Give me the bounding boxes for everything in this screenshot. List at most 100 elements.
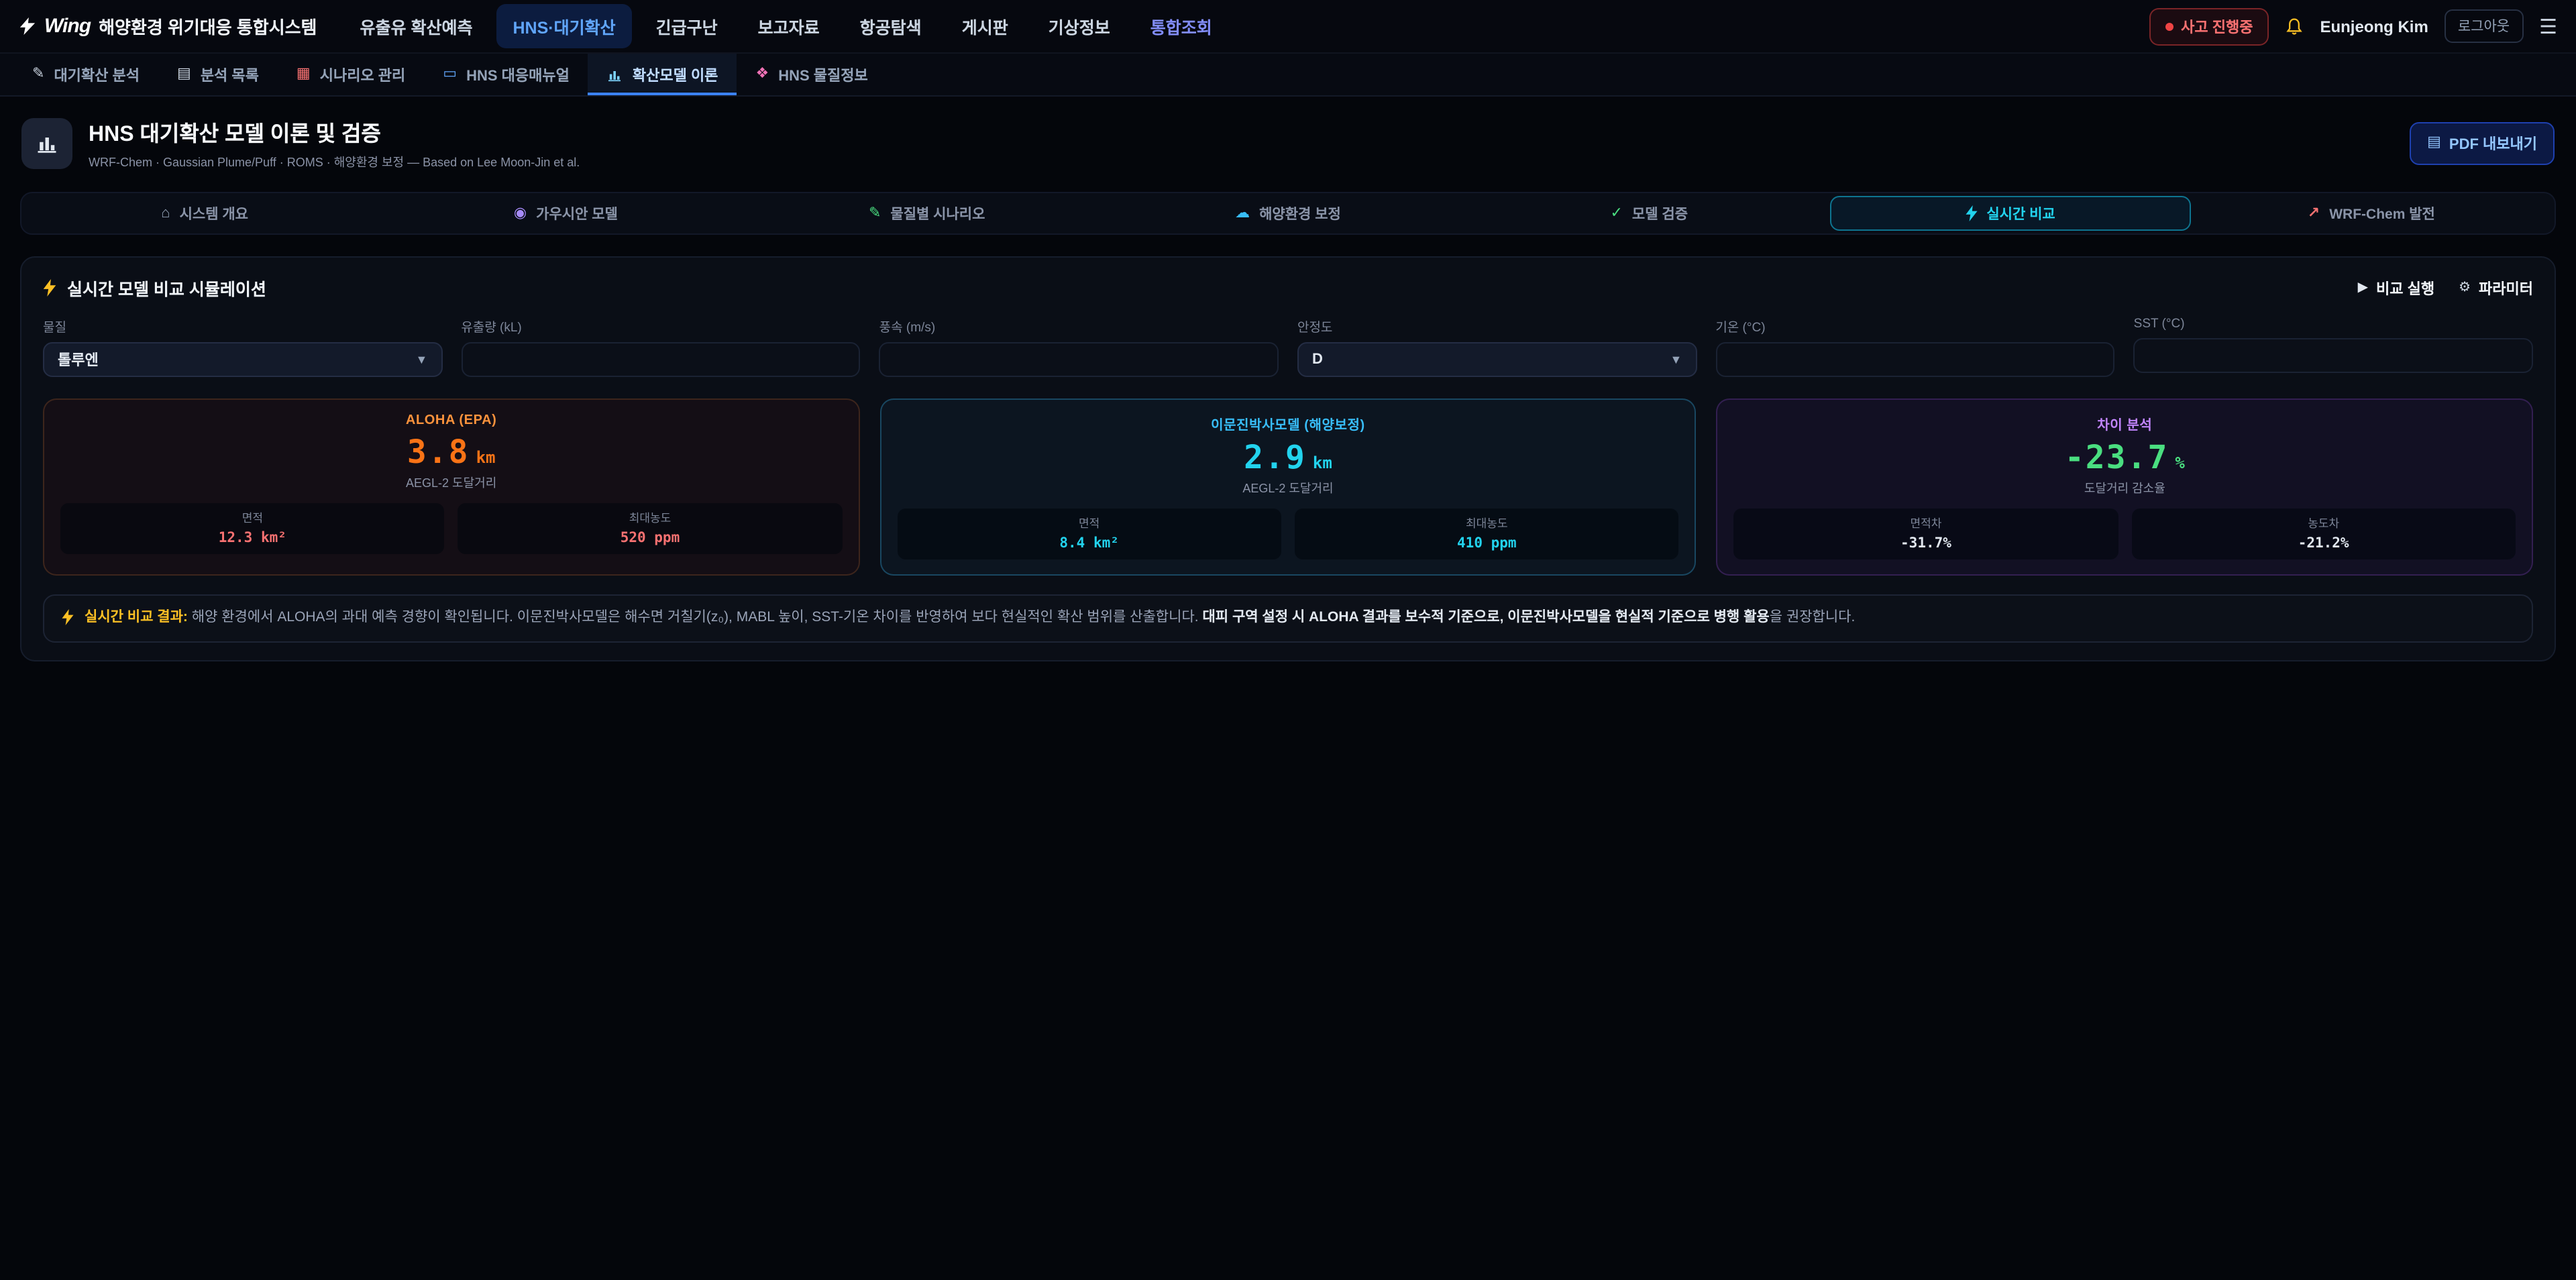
nav-item-hns-atmospheric[interactable]: HNS·대기확산 [496, 4, 631, 48]
rocket-icon: ↗ [2308, 206, 2320, 221]
stat-value: -31.7% [1745, 535, 2108, 551]
run-comparison-button[interactable]: ▶ 비교 실행 [2358, 277, 2435, 299]
stat-label: 농도차 [2142, 515, 2505, 531]
status-dot-icon [2165, 22, 2173, 30]
nav-item-oil-dispersion[interactable]: 유출유 확산예측 [344, 4, 489, 48]
tab-analysis-list[interactable]: ▤ 분석 목록 [158, 54, 278, 95]
field-label: SST (°C) [2134, 317, 2533, 331]
pdf-export-button[interactable]: ▤ PDF 내보내기 [2410, 121, 2555, 164]
section-tab-gaussian[interactable]: ◉ 가우시안 모델 [385, 196, 746, 231]
lightning-icon [43, 279, 56, 297]
page-chart-icon [21, 117, 72, 168]
bell-icon[interactable] [2285, 17, 2304, 36]
stat-label: 면적 [71, 510, 434, 526]
card-value: 2.9 [1244, 441, 1306, 474]
spill-volume-input[interactable] [461, 342, 860, 377]
brand: Wing 해양환경 위기대응 통합시스템 [19, 13, 317, 39]
wind-speed-input[interactable] [879, 342, 1279, 377]
panel-actions: ▶ 비교 실행 ⚙ 파라미터 [2358, 277, 2533, 299]
chevron-down-icon: ▼ [1670, 353, 1682, 366]
section-tab-overview[interactable]: ⌂ 시스템 개요 [24, 196, 385, 231]
tab-label: 확산모델 이론 [633, 64, 718, 85]
incident-status-badge[interactable]: 사고 진행중 [2149, 7, 2269, 45]
nav-item-reports[interactable]: 보고자료 [742, 4, 836, 48]
nav-item-integrated-search[interactable]: 통합조회 [1134, 4, 1228, 48]
card-value-line: 2.9 km [897, 441, 1678, 474]
tab-hns-manual[interactable]: ▭ HNS 대응매뉴얼 [424, 54, 588, 95]
note-prefix: 실시간 비교 결과: [85, 609, 188, 625]
nav-item-emergency-rescue[interactable]: 긴급구난 [640, 4, 734, 48]
stat-area-diff: 면적차 -31.7% [1734, 509, 2118, 559]
card-title: 차이 분석 [1734, 413, 2516, 433]
bar-chart-icon [607, 66, 623, 83]
manual-icon: ▭ [443, 67, 457, 82]
check-icon: ✓ [1610, 206, 1622, 221]
clipboard-icon: ▦ [297, 67, 311, 82]
section-tab-ocean-correction[interactable]: ☁ 해양환경 보정 [1108, 196, 1468, 231]
stat-label: 면적차 [1745, 515, 2108, 531]
panel-title: 실시간 모델 비교 시뮬레이션 [43, 275, 266, 301]
section-tab-label: 모델 검증 [1632, 203, 1688, 223]
stat-area: 면적 8.4 km² [897, 509, 1281, 559]
card-stats: 면적차 -31.7% 농도차 -21.2% [1734, 509, 2516, 559]
stability-select[interactable]: D ▼ [1297, 342, 1697, 377]
run-comparison-label: 비교 실행 [2376, 277, 2434, 299]
note-body: 해양 환경에서 ALOHA의 과대 예측 경향이 확인됩니다. 이문진박사모델은… [188, 609, 1203, 625]
parameters-label: 파라미터 [2479, 277, 2533, 299]
stat-label: 최대농도 [1305, 515, 1668, 531]
section-tab-scenarios[interactable]: ✎ 물질별 시나리오 [747, 196, 1108, 231]
temperature-input[interactable] [1715, 342, 2114, 377]
result-card-ocean-model: 이문진박사모델 (해양보정) 2.9 km AEGL-2 도달거리 면적 8.4… [879, 398, 1696, 576]
stat-value: 520 ppm [469, 530, 832, 546]
section-tab-label: 시스템 개요 [180, 203, 248, 223]
sst-input[interactable] [2134, 338, 2533, 373]
tab-scenario-management[interactable]: ▦ 시나리오 관리 [278, 54, 424, 95]
tab-atmospheric-analysis[interactable]: ✎ 대기확산 분석 [13, 54, 158, 95]
tab-diffusion-model-theory[interactable]: 확산모델 이론 [588, 54, 737, 95]
result-card-difference: 차이 분석 -23.7 % 도달거리 감소율 면적차 -31.7% 농도차 -2… [1717, 398, 2533, 576]
nav-item-board[interactable]: 게시판 [946, 4, 1024, 48]
stat-max-concentration: 최대농도 410 ppm [1295, 509, 1679, 559]
stat-value: 12.3 km² [71, 530, 434, 546]
substance-select[interactable]: 톨루엔 ▼ [43, 342, 442, 377]
panel-header: 실시간 모델 비교 시뮬레이션 ▶ 비교 실행 ⚙ 파라미터 [43, 275, 2533, 301]
main-menu: 유출유 확산예측 HNS·대기확산 긴급구난 보고자료 항공탐색 게시판 기상정… [344, 4, 2149, 48]
logout-button[interactable]: 로그아웃 [2445, 9, 2523, 43]
gear-icon: ⚙ [2459, 280, 2471, 295]
nav-item-aerial-search[interactable]: 항공탐색 [844, 4, 938, 48]
card-caption: AEGL-2 도달거리 [60, 474, 842, 491]
play-icon: ▶ [2358, 280, 2368, 295]
field-label: 물질 [43, 317, 442, 335]
tab-label: 시나리오 관리 [320, 64, 406, 85]
section-tab-wrf-chem[interactable]: ↗ WRF-Chem 발전 [2191, 196, 2552, 231]
section-tab-realtime[interactable]: 실시간 비교 [1829, 196, 2190, 231]
section-tab-label: 실시간 비교 [1986, 203, 2055, 223]
panel-title-text: 실시간 모델 비교 시뮬레이션 [67, 275, 266, 301]
lightning-icon [62, 609, 74, 625]
app-title: 해양환경 위기대응 통합시스템 [99, 13, 317, 39]
sub-navigation: ✎ 대기확산 분석 ▤ 분석 목록 ▦ 시나리오 관리 ▭ HNS 대응매뉴얼 … [0, 54, 2576, 97]
card-value-line: -23.7 % [1734, 441, 2516, 474]
nav-item-weather[interactable]: 기상정보 [1032, 4, 1126, 48]
section-tabs: ⌂ 시스템 개요 ◉ 가우시안 모델 ✎ 물질별 시나리오 ☁ 해양환경 보정 … [20, 192, 2556, 235]
brand-logo-icon [19, 17, 36, 35]
result-cards: ALOHA (EPA) 3.8 km AEGL-2 도달거리 면적 12.3 k… [43, 398, 2533, 576]
stat-area: 면적 12.3 km² [60, 503, 445, 554]
result-card-aloha: ALOHA (EPA) 3.8 km AEGL-2 도달거리 면적 12.3 k… [43, 398, 859, 576]
card-stats: 면적 8.4 km² 최대농도 410 ppm [897, 509, 1678, 559]
page-title-group: HNS 대기확산 모델 이론 및 검증 WRF-Chem · Gaussian … [89, 115, 580, 170]
parameters-button[interactable]: ⚙ 파라미터 [2459, 277, 2533, 299]
field-sst: SST (°C) [2134, 317, 2533, 377]
field-substance: 물질 톨루엔 ▼ [43, 317, 442, 377]
field-label: 유출량 (kL) [461, 317, 860, 335]
section-tab-validation[interactable]: ✓ 모델 검증 [1468, 196, 1829, 231]
tab-hns-substance-info[interactable]: ❖ HNS 물질정보 [737, 54, 886, 95]
note-body-end: 을 권장합니다. [1770, 609, 1856, 625]
top-navigation: Wing 해양환경 위기대응 통합시스템 유출유 확산예측 HNS·대기확산 긴… [0, 0, 2576, 54]
gaussian-circle-icon: ◉ [514, 206, 527, 221]
user-name: Eunjeong Kim [2320, 17, 2428, 36]
card-title: ALOHA (EPA) [60, 413, 842, 428]
menu-icon[interactable]: ☰ [2539, 14, 2557, 38]
stat-label: 면적 [908, 515, 1271, 531]
card-caption: AEGL-2 도달거리 [897, 479, 1678, 496]
